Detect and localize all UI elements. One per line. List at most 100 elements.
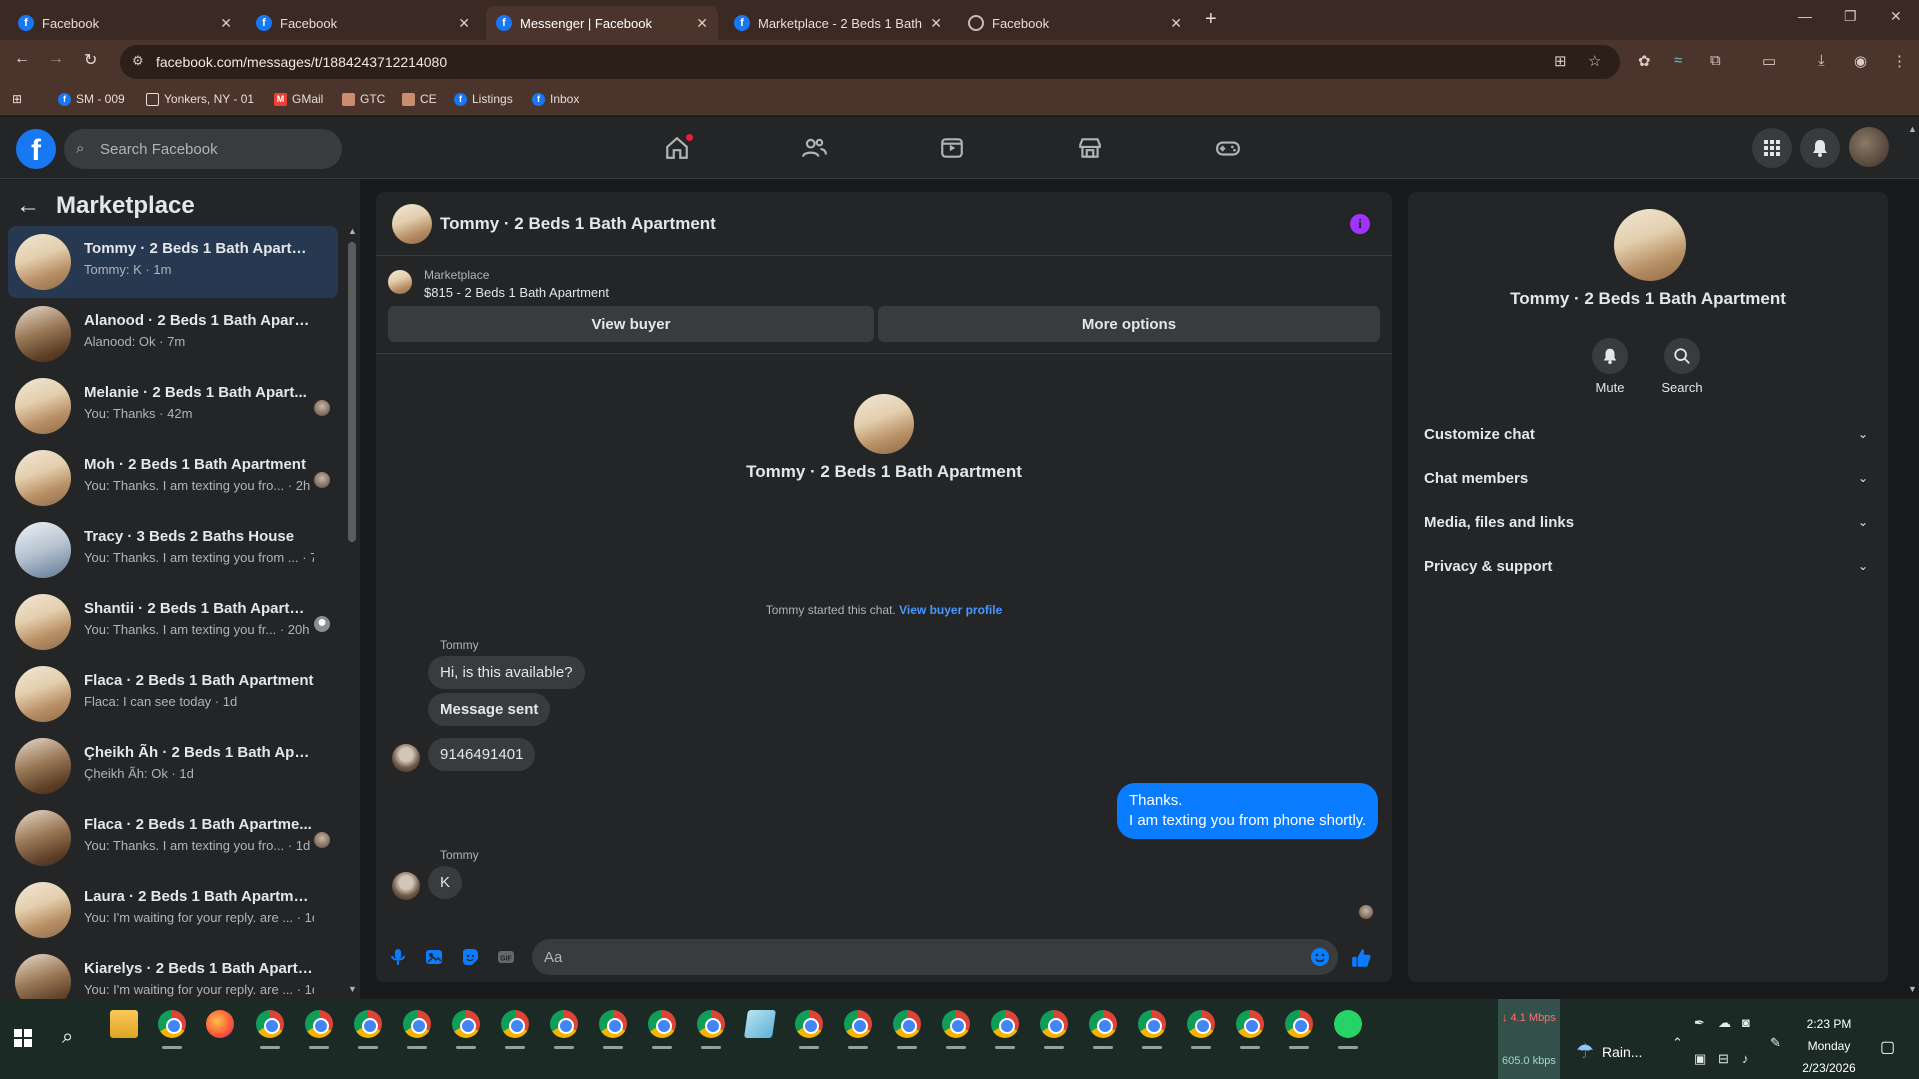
chrome-icon[interactable]: [550, 1010, 578, 1049]
notification-center-icon[interactable]: ▢: [1880, 1037, 1895, 1057]
gif-icon[interactable]: GIF: [496, 947, 516, 967]
webcam-icon[interactable]: ◙: [1742, 1015, 1750, 1030]
bookmark-sm-009[interactable]: f SM - 009: [58, 92, 125, 106]
site-info-icon[interactable]: ⚙: [132, 53, 144, 69]
like-thumbs-up-icon[interactable]: [1350, 947, 1372, 969]
search-in-chat-button[interactable]: Search: [1652, 338, 1712, 395]
back-arrow-icon[interactable]: ←: [16, 192, 40, 220]
display-icon[interactable]: ▣: [1694, 1051, 1706, 1067]
message-input[interactable]: [544, 939, 1284, 975]
microphone-icon[interactable]: [388, 947, 408, 967]
browser-tab[interactable]: f Marketplace - 2 Beds 1 Bath Ap ✕: [724, 6, 952, 40]
taskbar-clock[interactable]: 2:23 PM Monday 2/23/2026: [1796, 1013, 1862, 1079]
extensions-puzzle-icon[interactable]: ⧉: [1710, 52, 1721, 69]
minimize-icon[interactable]: —: [1798, 8, 1812, 24]
chat-title[interactable]: Tommy · 2 Beds 1 Bath Apartment: [440, 214, 716, 234]
conversation-item[interactable]: Çheikh Ãh · 2 Beds 1 Bath Apart... Çheik…: [8, 730, 338, 802]
page-scroll-down-arrow[interactable]: ▼: [1908, 984, 1917, 994]
scroll-up-arrow[interactable]: ▲: [348, 226, 357, 236]
close-tab-icon[interactable]: ✕: [458, 15, 470, 32]
listing-title[interactable]: $815 - 2 Beds 1 Bath Apartment: [424, 285, 609, 300]
emoji-icon[interactable]: [1310, 947, 1330, 967]
chrome-icon[interactable]: [648, 1010, 676, 1049]
chrome-icon[interactable]: [1285, 1010, 1313, 1049]
conversation-item[interactable]: Flaca · 2 Beds 1 Bath Apartme... You: Th…: [8, 802, 338, 874]
notifications-button[interactable]: [1800, 128, 1840, 168]
chrome-icon[interactable]: [599, 1010, 627, 1049]
privacy-support-section[interactable]: Privacy & support ⌄: [1424, 544, 1872, 588]
chrome-icon[interactable]: [305, 1010, 333, 1049]
address-bar[interactable]: ⚙ facebook.com/messages/t/18842437122140…: [120, 45, 1620, 79]
whatsapp-icon[interactable]: [1334, 1010, 1362, 1049]
chrome-icon[interactable]: [158, 1010, 186, 1049]
forward-icon[interactable]: →: [48, 50, 64, 68]
bookmark-gmail[interactable]: M GMail: [274, 92, 323, 106]
sender-avatar[interactable]: [392, 872, 420, 900]
chrome-icon[interactable]: [942, 1010, 970, 1049]
page-scroll-up-arrow[interactable]: ▲: [1908, 124, 1917, 134]
media-files-links-section[interactable]: Media, files and links ⌄: [1424, 500, 1872, 544]
chrome-icon[interactable]: [1236, 1010, 1264, 1049]
profile-icon[interactable]: ◉: [1854, 52, 1867, 70]
extension-icon[interactable]: ✿: [1638, 52, 1651, 70]
cloud-icon[interactable]: ☁: [1718, 1015, 1731, 1031]
conversation-item[interactable]: Flaca · 2 Beds 1 Bath Apartment Flaca: I…: [8, 658, 338, 730]
bookmark-star-icon[interactable]: ☆: [1588, 52, 1601, 70]
conversation-item[interactable]: Alanood · 2 Beds 1 Bath Apartm... Alanoo…: [8, 298, 338, 370]
new-tab-button[interactable]: +: [1205, 8, 1217, 31]
view-buyer-profile-link[interactable]: View buyer profile: [899, 603, 1002, 617]
info-icon[interactable]: i: [1350, 214, 1370, 234]
chrome-icon[interactable]: [1089, 1010, 1117, 1049]
mute-button[interactable]: Mute: [1580, 338, 1640, 395]
search-input[interactable]: [100, 129, 330, 169]
back-icon[interactable]: ←: [14, 50, 30, 68]
browser-tab[interactable]: f Facebook ✕: [8, 6, 242, 40]
message-input-wrapper[interactable]: [532, 939, 1338, 975]
nav-friends[interactable]: [764, 131, 864, 165]
network-icon[interactable]: ⊟: [1718, 1051, 1729, 1067]
notes-app-icon[interactable]: [744, 1010, 776, 1038]
conversation-item[interactable]: Shantii · 2 Beds 1 Bath Apartm... You: T…: [8, 586, 338, 658]
weather-widget[interactable]: ☂ Rain...: [1576, 1039, 1642, 1064]
bookmark-inbox[interactable]: f Inbox: [532, 92, 579, 106]
nav-video[interactable]: [902, 131, 1002, 165]
tray-chevron-icon[interactable]: ⌃: [1672, 1035, 1683, 1051]
windows-start-icon[interactable]: [14, 1029, 32, 1047]
facebook-logo-icon[interactable]: f: [16, 129, 56, 169]
my-message-bubble[interactable]: Thanks. I am texting you from phone shor…: [1117, 783, 1379, 839]
sidebar-scrollbar[interactable]: [348, 242, 356, 542]
chrome-icon[interactable]: [354, 1010, 382, 1049]
facebook-search[interactable]: ⌕: [64, 129, 342, 169]
browser-tab[interactable]: Facebook ✕: [958, 6, 1192, 40]
bookmark-listings[interactable]: f Listings: [454, 92, 513, 106]
chrome-icon[interactable]: [893, 1010, 921, 1049]
chat-members-section[interactable]: Chat members ⌄: [1424, 456, 1872, 500]
conversation-item[interactable]: Tommy · 2 Beds 1 Bath Apartment Tommy: K…: [8, 226, 338, 298]
reading-list-icon[interactable]: ▭: [1762, 52, 1776, 70]
bookmark-gtc[interactable]: GTC: [342, 92, 385, 106]
install-app-icon[interactable]: ⊞: [1554, 52, 1567, 70]
pen-settings-icon[interactable]: ✎: [1770, 1035, 1781, 1051]
customize-chat-section[interactable]: Customize chat ⌄: [1424, 412, 1872, 456]
nav-gaming[interactable]: [1178, 131, 1278, 165]
browser-tab[interactable]: f Facebook ✕: [246, 6, 480, 40]
restore-icon[interactable]: ❐: [1844, 8, 1857, 25]
chrome-icon[interactable]: [403, 1010, 431, 1049]
sender-avatar[interactable]: [392, 744, 420, 772]
close-tab-icon[interactable]: ✕: [220, 15, 232, 32]
close-window-icon[interactable]: ✕: [1890, 8, 1902, 25]
chrome-icon[interactable]: [1138, 1010, 1166, 1049]
chrome-icon[interactable]: [452, 1010, 480, 1049]
nav-home[interactable]: [627, 131, 727, 165]
view-buyer-button[interactable]: View buyer: [388, 306, 874, 342]
profile-avatar[interactable]: [1849, 127, 1889, 167]
photo-icon[interactable]: [424, 947, 444, 967]
chrome-icon[interactable]: [991, 1010, 1019, 1049]
file-explorer-icon[interactable]: [110, 1010, 138, 1038]
sticker-icon[interactable]: [460, 947, 480, 967]
menu-dots-icon[interactable]: ⋮: [1892, 52, 1907, 70]
message-bubble[interactable]: 9146491401: [428, 738, 536, 771]
bookmark-ce[interactable]: CE: [402, 92, 437, 106]
chrome-icon[interactable]: [1187, 1010, 1215, 1049]
chrome-icon[interactable]: [697, 1010, 725, 1049]
